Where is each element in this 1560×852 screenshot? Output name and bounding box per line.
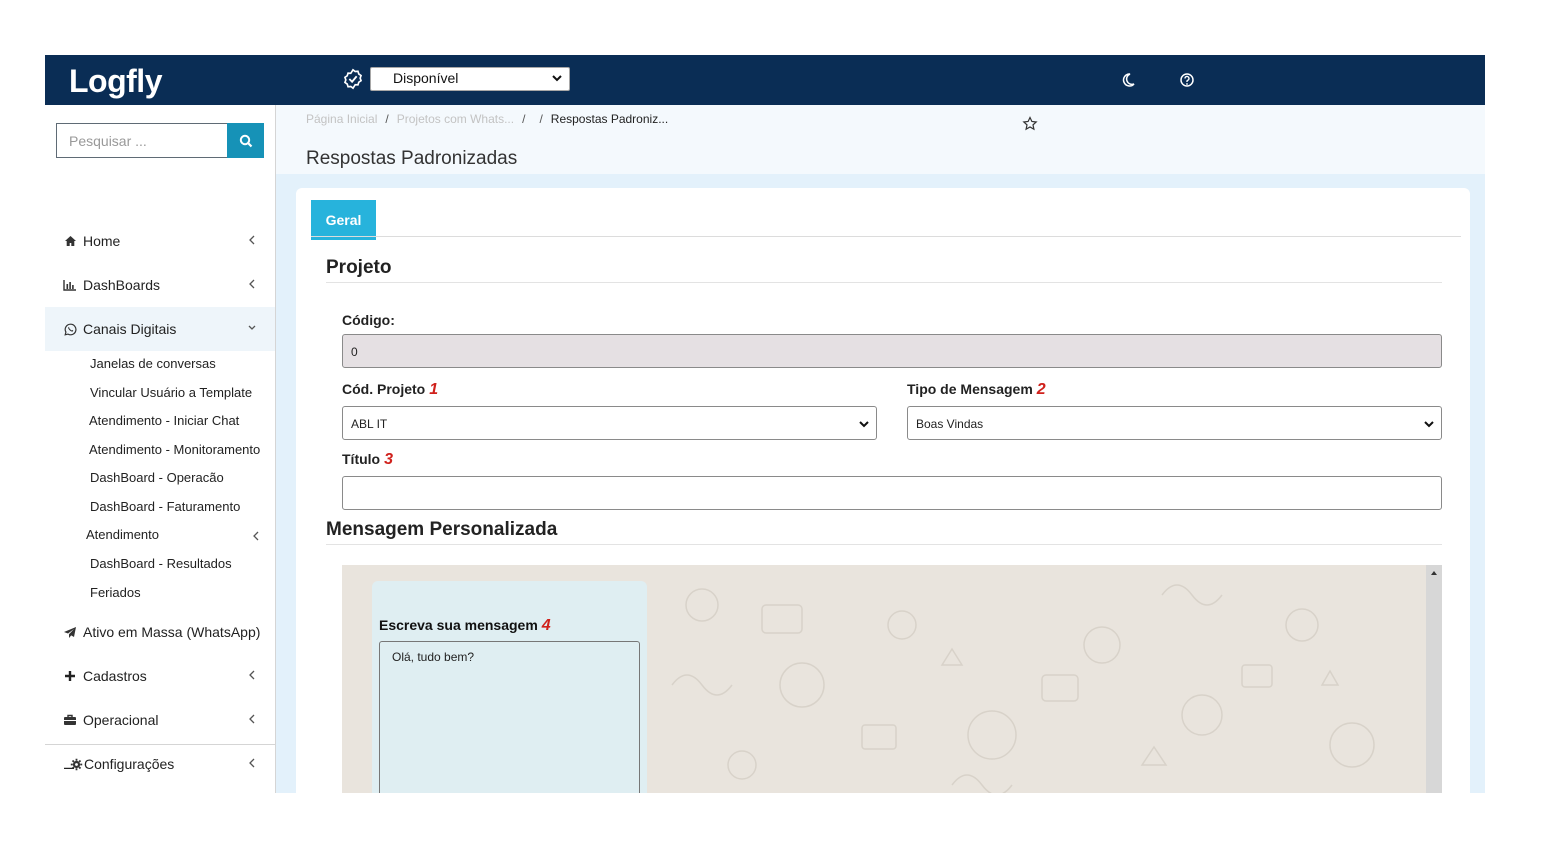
status-control: Disponível — [342, 67, 570, 91]
sidebar-search: Pesquisar ... — [56, 123, 264, 158]
sidebar-item-label: Home — [83, 233, 121, 249]
sidebar-subitem-dash-operacao[interactable]: DashBoard - Operacão — [90, 468, 224, 488]
help-icon[interactable] — [1179, 72, 1195, 88]
top-bar: Logfly Disponível — [45, 55, 1485, 105]
sidebar-subitem-janelas[interactable]: Janelas de conversas — [90, 354, 216, 374]
sidebar-item-home[interactable]: Home — [45, 219, 275, 263]
chevron-left-icon — [249, 670, 255, 680]
codigo-label: Código: — [342, 312, 395, 328]
sidebar-item-canais-digitais[interactable]: Canais Digitais — [45, 307, 275, 351]
message-textarea[interactable]: Olá, tudo bem? — [379, 641, 640, 793]
page-title: Respostas Padronizadas — [306, 148, 518, 169]
verified-badge-icon — [343, 68, 363, 90]
breadcrumb-current: Respostas Padroniz... — [550, 112, 669, 126]
tipo-mensagem-label-text: Tipo de Mensagem — [907, 381, 1033, 397]
sidebar-subitem-vincular[interactable]: Vincular Usuário a Template — [90, 383, 252, 403]
status-select-value: Disponível — [393, 70, 459, 86]
preview-scrollbar[interactable] — [1426, 565, 1442, 793]
sidebar-item-label: Cadastros — [83, 668, 147, 684]
bar-chart-icon — [63, 278, 77, 292]
sidebar-subitem-dash-resultados[interactable]: DashBoard - Resultados — [90, 554, 232, 574]
tab-geral[interactable]: Geral — [311, 200, 376, 240]
sidebar-collapse-button[interactable]: – — [64, 757, 74, 778]
chevron-down-icon — [1424, 421, 1434, 428]
paper-plane-icon — [63, 625, 77, 639]
chevron-left-icon — [253, 531, 259, 541]
chevron-down-icon — [248, 325, 256, 330]
moon-icon[interactable] — [1120, 72, 1136, 88]
annotation-number: 4 — [541, 617, 551, 634]
form-card: Geral Projeto Código: 0 Cód. Projeto 1 AB… — [296, 188, 1470, 793]
annotation-number: 1 — [429, 381, 439, 398]
plus-icon — [63, 669, 77, 683]
sidebar-item-label: DashBoards — [83, 277, 161, 293]
chevron-down-icon — [552, 75, 562, 82]
sidebar-item-label: Ativo em Massa (WhatsApp) — [83, 624, 261, 640]
message-label-text: Escreva sua mensagem — [379, 617, 538, 633]
annotation-number: 3 — [384, 451, 394, 468]
logo[interactable]: Logfly — [69, 63, 162, 99]
sidebar-item-label: Operacional — [83, 712, 159, 728]
search-button[interactable] — [227, 123, 264, 158]
breadcrumb-separator: / — [385, 112, 389, 126]
sidebar-footer: – — [45, 744, 275, 793]
sidebar-subitem-iniciar-chat[interactable]: Atendimento - Iniciar Chat — [89, 411, 239, 431]
sidebar-item-cadastros[interactable]: Cadastros — [45, 654, 275, 698]
chevron-left-icon — [249, 714, 255, 724]
message-label: Escreva sua mensagem 4 — [379, 617, 551, 635]
cod-projeto-label: Cód. Projeto 1 — [342, 381, 438, 399]
home-icon — [63, 234, 77, 248]
scroll-up-icon[interactable] — [1426, 565, 1442, 581]
breadcrumb-separator: / — [522, 112, 526, 126]
app-window: Logfly Disponível Pesquisar ... Home Das… — [45, 55, 1485, 793]
tipo-mensagem-value: Boas Vindas — [916, 417, 984, 431]
sidebar: Pesquisar ... Home DashBoards Canais Dig… — [45, 105, 276, 793]
sidebar-subitem-feriados[interactable]: Feriados — [90, 583, 141, 603]
cod-projeto-select[interactable]: ABL IT — [342, 406, 877, 440]
message-bubble: Escreva sua mensagem 4 Olá, tudo bem? — [372, 581, 647, 793]
breadcrumb-separator: / — [539, 112, 543, 126]
annotation-number: 2 — [1036, 381, 1046, 398]
chevron-left-icon — [249, 235, 255, 245]
titulo-input[interactable] — [342, 476, 1442, 510]
breadcrumb-parent-link[interactable]: Projetos com Whats... — [397, 112, 514, 126]
section-divider — [326, 282, 1442, 283]
codigo-value: 0 — [351, 345, 358, 359]
section-title-projeto: Projeto — [326, 257, 392, 278]
section-divider — [326, 544, 1442, 545]
titulo-label: Título 3 — [342, 451, 393, 469]
sidebar-item-operacional[interactable]: Operacional — [45, 698, 275, 742]
status-select[interactable]: Disponível — [370, 67, 570, 91]
cod-projeto-value: ABL IT — [351, 417, 388, 431]
whatsapp-icon — [63, 322, 77, 336]
cod-projeto-label-text: Cód. Projeto — [342, 381, 426, 397]
sidebar-subitem-dash-faturamento[interactable]: DashBoard - Faturamento — [90, 497, 240, 517]
search-placeholder: Pesquisar ... — [69, 133, 147, 149]
titulo-label-text: Título — [342, 451, 381, 467]
breadcrumb-home-link[interactable]: Página Inicial — [306, 112, 377, 126]
search-icon — [239, 134, 252, 147]
sidebar-subitem-label: Atendimento — [86, 527, 159, 542]
briefcase-icon — [63, 713, 77, 727]
codigo-field[interactable]: 0 — [342, 334, 1442, 368]
search-input[interactable]: Pesquisar ... — [56, 123, 227, 158]
tab-divider — [311, 236, 1461, 237]
message-value: Olá, tudo bem? — [392, 650, 475, 664]
tipo-mensagem-select[interactable]: Boas Vindas — [907, 406, 1442, 440]
content-header: Página Inicial / Projetos com Whats... /… — [276, 105, 1485, 174]
section-title-mensagem: Mensagem Personalizada — [326, 519, 558, 540]
logo-text: Logfly — [69, 62, 162, 99]
sidebar-item-label: Canais Digitais — [83, 321, 177, 337]
breadcrumb: Página Inicial / Projetos com Whats... /… — [306, 112, 668, 126]
sidebar-subitem-monitoramento[interactable]: Atendimento - Monitoramento — [89, 440, 260, 460]
chevron-left-icon — [249, 279, 255, 289]
main-content: Página Inicial / Projetos com Whats... /… — [276, 105, 1485, 793]
sidebar-item-ativo-massa[interactable]: Ativo em Massa (WhatsApp) — [45, 610, 275, 654]
whatsapp-preview: Escreva sua mensagem 4 Olá, tudo bem? — [342, 565, 1442, 793]
tipo-mensagem-label: Tipo de Mensagem 2 — [907, 381, 1046, 399]
chevron-down-icon — [859, 421, 869, 428]
star-icon[interactable] — [1022, 116, 1038, 132]
sidebar-item-dashboards[interactable]: DashBoards — [45, 263, 275, 307]
sidebar-subitem-atendimento[interactable]: Atendimento — [86, 525, 261, 545]
